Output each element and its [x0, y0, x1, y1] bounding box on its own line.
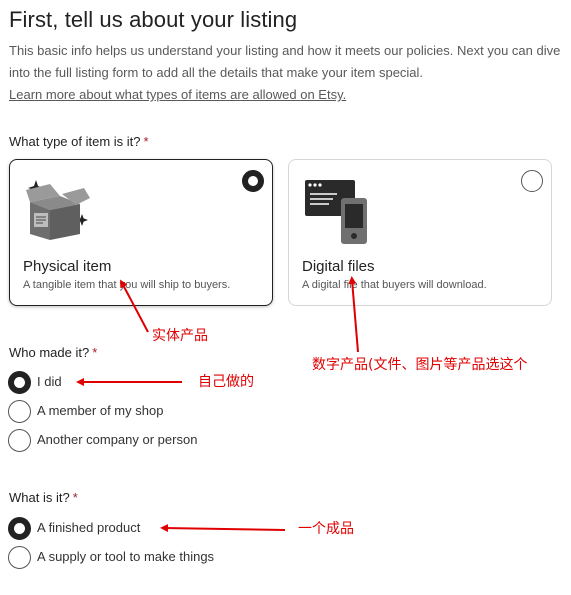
- physical-item-title: Physical item: [23, 258, 112, 275]
- radio-option-another-company[interactable]: Another company or person: [8, 428, 197, 452]
- radio-label: A finished product: [37, 520, 141, 535]
- learn-more-link[interactable]: Learn more about what types of items are…: [9, 84, 346, 106]
- who-made-label: Who made it? *: [9, 345, 97, 361]
- box-icon: [26, 180, 90, 240]
- radio-button[interactable]: [8, 370, 31, 394]
- physical-item-description: A tangible item that you will ship to bu…: [23, 279, 231, 291]
- radio-button[interactable]: [8, 516, 31, 540]
- page-title: First, tell us about your listing: [9, 7, 298, 32]
- digital-files-card[interactable]: Digital files A digital file that buyers…: [288, 159, 552, 306]
- item-type-label-text: What type of item is it?: [9, 134, 141, 149]
- radio-label: A member of my shop: [37, 403, 164, 418]
- radio-label: Another company or person: [37, 432, 198, 447]
- physical-item-card[interactable]: Physical item A tangible item that you w…: [9, 159, 273, 306]
- required-marker: *: [92, 345, 98, 360]
- arrow-finished: [160, 524, 286, 533]
- radio-label: A supply or tool to make things: [37, 549, 215, 564]
- annotation-physical: 实体产品: [152, 328, 208, 344]
- annotation-finished: 一个成品: [298, 521, 354, 537]
- intro-paragraph: This basic info helps us understand your…: [9, 40, 564, 106]
- item-type-label: What type of item is it? *: [9, 134, 149, 150]
- radio-label: I did: [37, 374, 62, 389]
- digital-files-title: Digital files: [302, 258, 375, 275]
- radio-option-supply-tool[interactable]: A supply or tool to make things: [8, 545, 214, 569]
- radio-button[interactable]: [8, 428, 31, 452]
- radio-option-shop-member[interactable]: A member of my shop: [8, 399, 163, 423]
- required-marker: *: [72, 490, 78, 505]
- annotation-i-did: 自己做的: [198, 374, 254, 390]
- annotation-digital: 数字产品(文件、图片等产品选这个: [312, 357, 528, 373]
- radio-option-finished-product[interactable]: A finished product: [8, 516, 140, 540]
- radio-button[interactable]: [8, 545, 31, 569]
- what-is-it-label: What is it? *: [9, 490, 78, 506]
- devices-icon: [305, 180, 367, 244]
- what-is-it-label-text: What is it?: [9, 490, 70, 505]
- who-made-label-text: Who made it?: [9, 345, 90, 360]
- intro-text: This basic info helps us understand your…: [9, 43, 561, 80]
- physical-item-radio[interactable]: [242, 170, 264, 192]
- radio-button[interactable]: [8, 399, 31, 423]
- digital-files-radio[interactable]: [521, 170, 543, 192]
- radio-option-i-did[interactable]: I did: [8, 370, 62, 394]
- digital-files-description: A digital file that buyers will download…: [302, 279, 487, 291]
- required-marker: *: [143, 134, 149, 149]
